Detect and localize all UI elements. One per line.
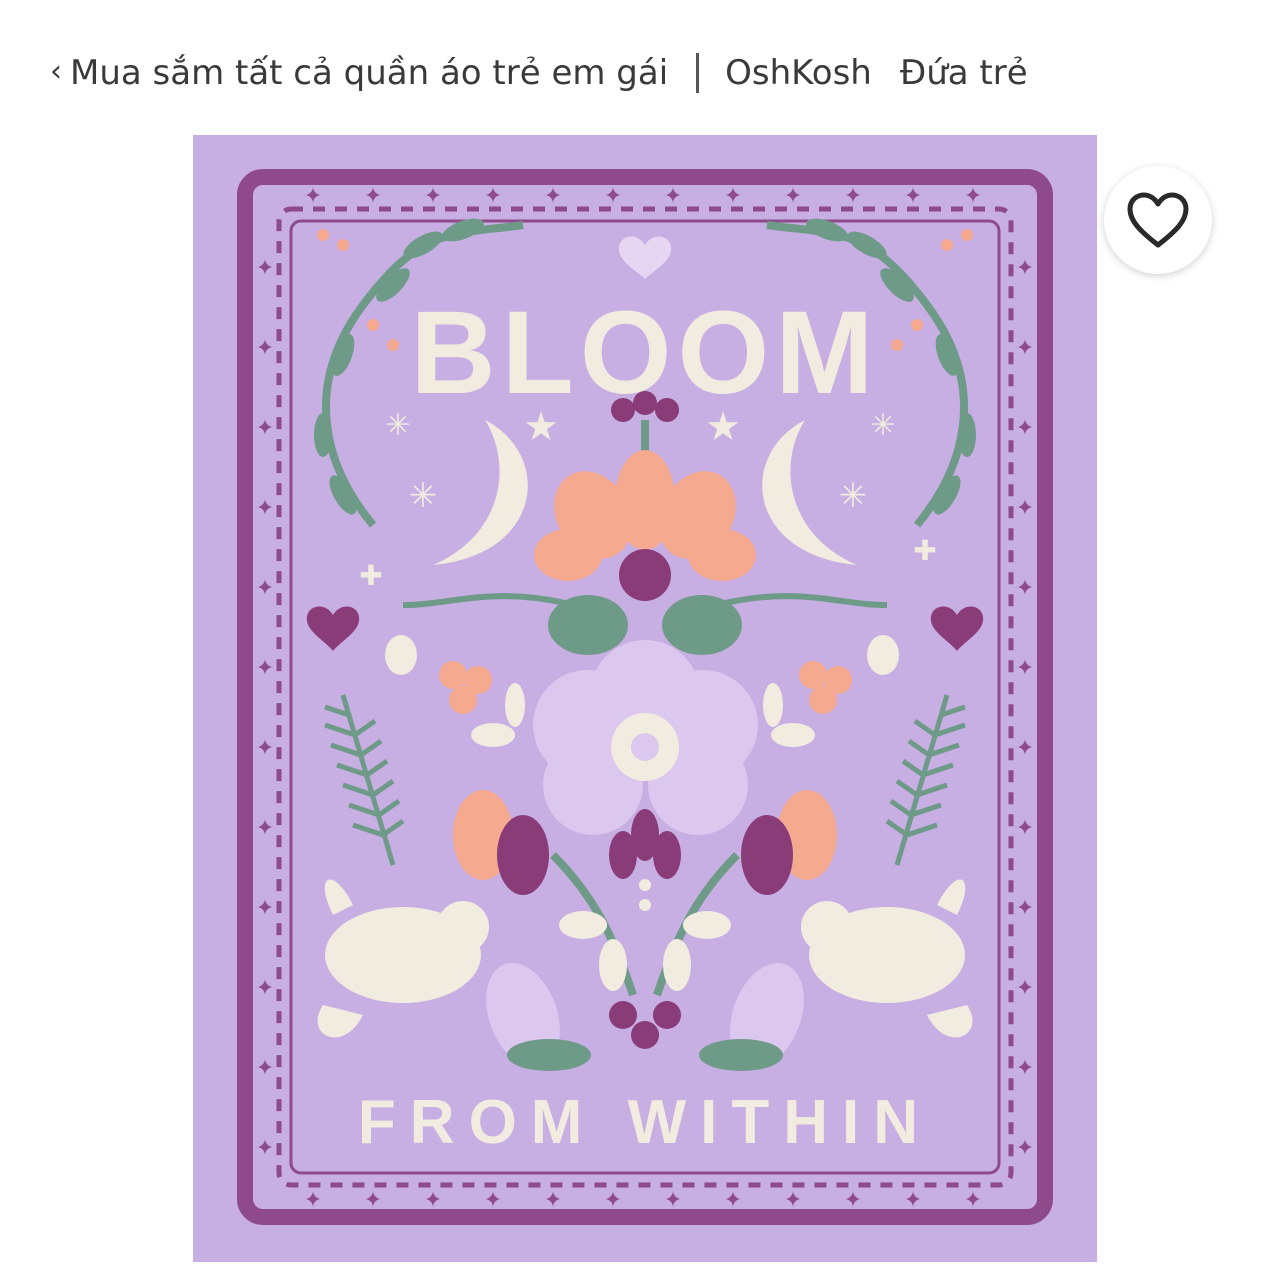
chevron-left-icon: ‹ [50,53,62,89]
svg-text:✦: ✦ [1016,896,1034,921]
svg-text:✦: ✦ [904,184,922,209]
svg-text:✦: ✦ [256,896,274,921]
svg-text:✦: ✦ [1016,416,1034,441]
svg-text:✦: ✦ [664,1188,682,1213]
breadcrumb-back-link[interactable]: ‹ Mua sắm tất cả quần áo trẻ em gái [50,53,668,93]
svg-text:✦: ✦ [844,1188,862,1213]
tshirt-print-graphic: ✦ ✦ ✦ ✦ ✦ ✦ ✦ ✦ ✦ ✦ ✦ ✦ ✦ ✦ ✦ ✦ ✦ ✦ ✦ ✦ ✦ ✦ ✦ ✦ ✦✦✦✦ ✦✦✦✦ … [193,135,1097,1262]
svg-text:✦: ✦ [256,416,274,441]
svg-text:✦: ✦ [1016,576,1034,601]
svg-text:✦: ✦ [256,816,274,841]
svg-text:✦: ✦ [664,184,682,209]
svg-text:✳: ✳ [409,476,438,516]
svg-text:✦: ✦ [256,736,274,761]
svg-text:✦: ✦ [544,184,562,209]
heart-outline-icon [1127,192,1189,248]
svg-text:✳: ✳ [839,476,868,516]
print-subtitle: FROM WITHIN [358,1088,932,1157]
svg-text:✦: ✦ [424,184,442,209]
svg-text:★: ★ [705,404,741,450]
breadcrumb: ‹ Mua sắm tất cả quần áo trẻ em gái OshK… [50,48,1028,98]
svg-text:✳: ✳ [870,408,895,443]
svg-text:✦: ✦ [604,184,622,209]
svg-text:✦: ✦ [256,256,274,281]
svg-text:✦: ✦ [256,576,274,601]
svg-text:✦: ✦ [1016,336,1034,361]
svg-text:✦: ✦ [544,1188,562,1213]
svg-text:✦: ✦ [1016,816,1034,841]
svg-text:✦: ✦ [1016,656,1034,681]
svg-text:✦: ✦ [964,1188,982,1213]
breadcrumb-link-kid[interactable]: Đứa trẻ [900,53,1028,93]
svg-text:✚: ✚ [913,534,936,567]
svg-text:✦: ✦ [304,1188,322,1213]
svg-text:✦: ✦ [1016,1136,1034,1161]
svg-text:✦: ✦ [844,184,862,209]
svg-text:✦: ✦ [364,1188,382,1213]
svg-text:✦: ✦ [1016,256,1034,281]
svg-text:✳: ✳ [385,408,410,443]
svg-text:✦: ✦ [364,184,382,209]
svg-text:✦: ✦ [724,184,742,209]
svg-text:✦: ✦ [724,1188,742,1213]
svg-text:✦: ✦ [256,1136,274,1161]
svg-text:✦: ✦ [484,184,502,209]
acorn-right [867,635,899,675]
svg-text:✦: ✦ [964,184,982,209]
breadcrumb-divider [696,53,700,93]
svg-text:✦: ✦ [256,656,274,681]
svg-text:✦: ✦ [424,1188,442,1213]
svg-text:✦: ✦ [604,1188,622,1213]
svg-text:✦: ✦ [256,976,274,1001]
svg-text:✦: ✦ [1016,1056,1034,1081]
svg-text:✦: ✦ [1016,736,1034,761]
svg-text:✦: ✦ [484,1188,502,1213]
svg-text:✦: ✦ [904,1188,922,1213]
svg-text:✦: ✦ [304,184,322,209]
svg-text:✦: ✦ [256,1056,274,1081]
favorite-button[interactable] [1104,166,1212,274]
svg-text:✚: ✚ [359,559,382,592]
svg-text:✦: ✦ [784,184,802,209]
acorn-left [385,635,417,675]
breadcrumb-link-oshkosh[interactable]: OshKosh [725,53,872,93]
svg-text:✦: ✦ [784,1188,802,1213]
svg-text:✦: ✦ [256,336,274,361]
svg-text:✦: ✦ [1016,976,1034,1001]
svg-text:✦: ✦ [256,496,274,521]
breadcrumb-back-label: Mua sắm tất cả quần áo trẻ em gái [70,53,669,93]
svg-text:★: ★ [523,404,559,450]
svg-text:✦: ✦ [1016,496,1034,521]
product-image[interactable]: ✦ ✦ ✦ ✦ ✦ ✦ ✦ ✦ ✦ ✦ ✦ ✦ ✦ ✦ ✦ ✦ ✦ ✦ ✦ ✦ ✦ ✦ ✦ ✦ ✦ ✦ ✦ ✦ ✦ ✦ ✦ ✦ … [193,135,1097,1262]
